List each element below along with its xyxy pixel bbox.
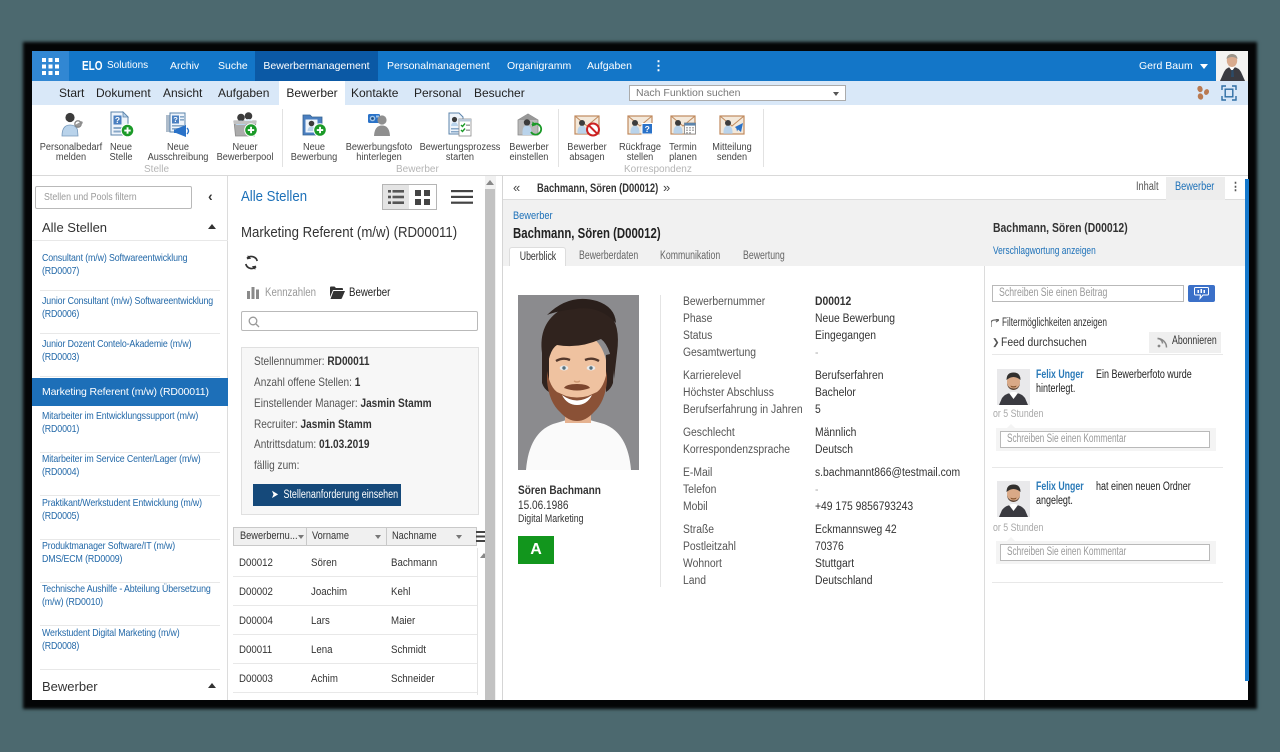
svg-text:?: ? [115,115,120,125]
svg-text:?: ? [173,115,178,124]
